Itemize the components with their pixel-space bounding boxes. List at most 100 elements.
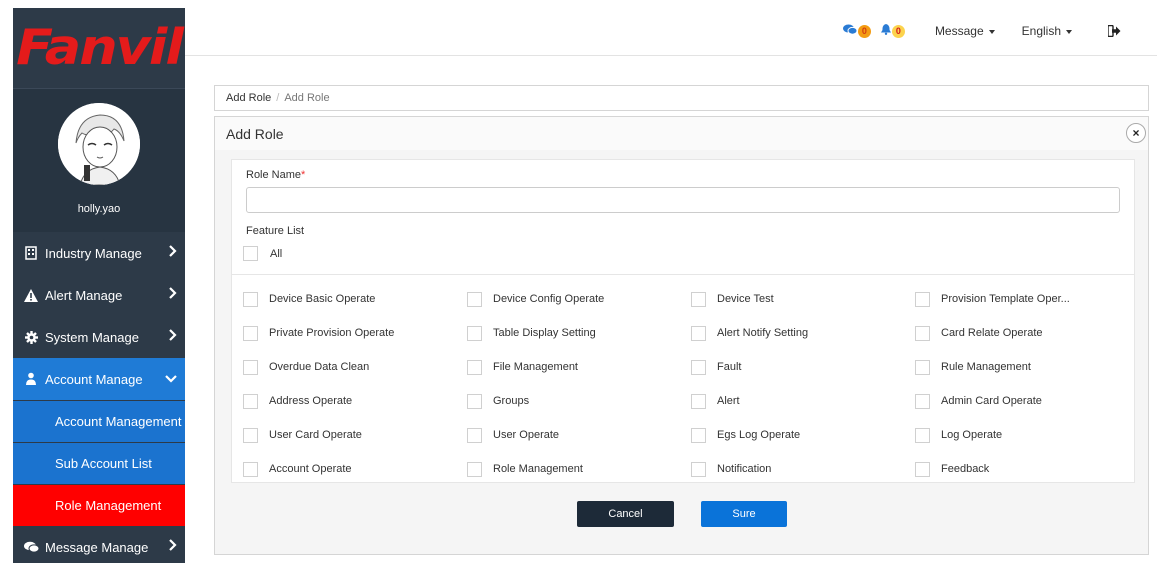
feature-label: Device Config Operate bbox=[493, 293, 605, 305]
feature-checkbox[interactable] bbox=[243, 325, 258, 341]
sidebar-item-label: Message Manage bbox=[45, 539, 149, 555]
alerts-count-badge: 0 bbox=[891, 24, 905, 38]
messages-notification[interactable]: 0 bbox=[842, 24, 871, 38]
message-dropdown[interactable]: Message bbox=[935, 24, 995, 38]
feature-checkbox[interactable] bbox=[467, 291, 482, 307]
select-all-row[interactable]: All bbox=[243, 246, 282, 261]
role-name-label: Role Name* bbox=[246, 169, 305, 181]
feature-item[interactable]: Device Test bbox=[691, 282, 915, 316]
feature-item[interactable]: User Card Operate bbox=[243, 418, 467, 452]
role-form: Role Name* Feature List All Device Basic… bbox=[231, 159, 1135, 483]
sidebar-item-system-manage[interactable]: System Manage bbox=[13, 316, 185, 358]
feature-label: Role Management bbox=[493, 463, 583, 475]
feature-checkbox[interactable] bbox=[691, 325, 706, 341]
feature-item[interactable]: Admin Card Operate bbox=[915, 384, 1138, 418]
panel-header: Add Role × bbox=[215, 117, 1148, 150]
feature-checkbox[interactable] bbox=[915, 325, 930, 341]
sidebar-item-account-manage[interactable]: Account Manage bbox=[13, 358, 185, 400]
feature-checkbox[interactable] bbox=[915, 461, 930, 477]
feature-checkbox[interactable] bbox=[915, 291, 930, 307]
feature-label: Rule Management bbox=[941, 361, 1031, 373]
sidebar: Fanvil holly.yao Industry Manage Alert M… bbox=[13, 8, 185, 563]
feature-item[interactable]: Alert Notify Setting bbox=[691, 316, 915, 350]
feature-checkbox[interactable] bbox=[467, 325, 482, 341]
feature-item[interactable]: Address Operate bbox=[243, 384, 467, 418]
feature-item[interactable]: Overdue Data Clean bbox=[243, 350, 467, 384]
add-role-panel: Add Role × Role Name* Feature List All D… bbox=[214, 116, 1149, 555]
cancel-button[interactable]: Cancel bbox=[577, 501, 674, 527]
sidebar-subitem-label: Account Management bbox=[55, 414, 182, 429]
sidebar-item-industry-manage[interactable]: Industry Manage bbox=[13, 232, 185, 274]
feature-item[interactable]: Feedback bbox=[915, 452, 1138, 486]
feature-checkbox[interactable] bbox=[915, 427, 930, 443]
feature-grid: Device Basic Operate Device Config Opera… bbox=[243, 282, 1138, 486]
feature-checkbox[interactable] bbox=[691, 291, 706, 307]
select-all-checkbox[interactable] bbox=[243, 246, 258, 261]
feature-checkbox[interactable] bbox=[691, 461, 706, 477]
feature-item[interactable]: Table Display Setting bbox=[467, 316, 691, 350]
feature-item[interactable]: Fault bbox=[691, 350, 915, 384]
feature-item[interactable]: Private Provision Operate bbox=[243, 316, 467, 350]
divider bbox=[232, 274, 1134, 275]
feature-label: Device Test bbox=[717, 293, 774, 305]
building-icon bbox=[13, 246, 45, 260]
feature-item[interactable]: Role Management bbox=[467, 452, 691, 486]
feature-item[interactable]: Provision Template Oper... bbox=[915, 282, 1138, 316]
chevron-right-icon bbox=[169, 539, 177, 554]
sidebar-item-alert-manage[interactable]: Alert Manage bbox=[13, 274, 185, 316]
logo[interactable]: Fanvil bbox=[13, 8, 185, 88]
feature-label: Admin Card Operate bbox=[941, 395, 1042, 407]
avatar[interactable] bbox=[58, 103, 140, 185]
caret-down-icon bbox=[1066, 29, 1072, 34]
feature-label: Device Basic Operate bbox=[269, 293, 376, 305]
feature-label: User Operate bbox=[493, 429, 560, 441]
profile: holly.yao bbox=[13, 88, 185, 232]
sure-button[interactable]: Sure bbox=[701, 501, 787, 527]
feature-item[interactable]: Notification bbox=[691, 452, 915, 486]
feature-checkbox[interactable] bbox=[915, 359, 930, 375]
feature-item[interactable]: Alert bbox=[691, 384, 915, 418]
feature-item[interactable]: Rule Management bbox=[915, 350, 1138, 384]
role-name-input[interactable] bbox=[246, 187, 1120, 213]
language-dropdown[interactable]: English bbox=[1022, 24, 1072, 38]
feature-checkbox[interactable] bbox=[467, 427, 482, 443]
feature-checkbox[interactable] bbox=[691, 427, 706, 443]
feature-checkbox[interactable] bbox=[467, 359, 482, 375]
feature-item[interactable]: Account Operate bbox=[243, 452, 467, 486]
feature-checkbox[interactable] bbox=[243, 393, 258, 409]
breadcrumb-parent[interactable]: Add Role bbox=[226, 92, 271, 104]
sidebar-subitem-account-management[interactable]: Account Management bbox=[13, 400, 185, 442]
feature-list-label: Feature List bbox=[246, 225, 305, 237]
feature-checkbox[interactable] bbox=[691, 359, 706, 375]
feature-item[interactable]: File Management bbox=[467, 350, 691, 384]
feature-item[interactable]: Egs Log Operate bbox=[691, 418, 915, 452]
alerts-notification[interactable]: 0 bbox=[880, 24, 905, 38]
feature-checkbox[interactable] bbox=[243, 359, 258, 375]
feature-item[interactable]: Log Operate bbox=[915, 418, 1138, 452]
breadcrumb-separator: / bbox=[276, 92, 280, 104]
feature-checkbox[interactable] bbox=[691, 393, 706, 409]
feature-checkbox[interactable] bbox=[467, 393, 482, 409]
role-name-label-text: Role Name bbox=[246, 169, 302, 181]
sidebar-item-label: Alert Manage bbox=[45, 287, 123, 303]
feature-item[interactable]: Groups bbox=[467, 384, 691, 418]
logo-text: Fanvil bbox=[16, 19, 184, 76]
sidebar-subitem-sub-account-list[interactable]: Sub Account List bbox=[13, 442, 185, 484]
close-button[interactable]: × bbox=[1126, 123, 1146, 143]
feature-checkbox[interactable] bbox=[243, 291, 258, 307]
logout-icon[interactable] bbox=[1108, 25, 1121, 37]
feature-checkbox[interactable] bbox=[243, 427, 258, 443]
feature-label: Alert Notify Setting bbox=[717, 327, 809, 339]
feature-checkbox[interactable] bbox=[243, 461, 258, 477]
feature-item[interactable]: Device Basic Operate bbox=[243, 282, 467, 316]
feature-label: Fault bbox=[717, 361, 742, 373]
sidebar-item-message-manage[interactable]: Message Manage bbox=[13, 526, 185, 563]
feature-checkbox[interactable] bbox=[467, 461, 482, 477]
feature-label: Feedback bbox=[941, 463, 990, 475]
feature-item[interactable]: Card Relate Operate bbox=[915, 316, 1138, 350]
feature-item[interactable]: User Operate bbox=[467, 418, 691, 452]
feature-checkbox[interactable] bbox=[915, 393, 930, 409]
sidebar-subitem-role-management[interactable]: Role Management bbox=[13, 484, 185, 526]
feature-label: Address Operate bbox=[269, 395, 353, 407]
feature-item[interactable]: Device Config Operate bbox=[467, 282, 691, 316]
